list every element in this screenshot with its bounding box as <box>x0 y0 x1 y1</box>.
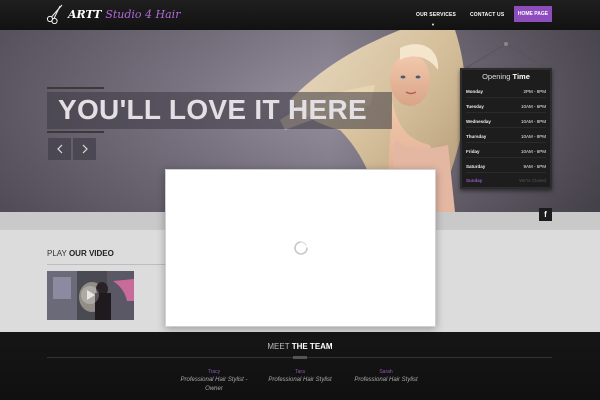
team-member-role: Professional Hair Stylist - Owner <box>180 377 248 392</box>
opening-time: 2PM - 8PM <box>523 88 546 94</box>
slogan-top-line <box>47 87 104 89</box>
slogan-bottom-line <box>47 131 104 133</box>
loading-spinner-icon <box>294 241 308 255</box>
site-header: ARTT Studio 4 Hair OUR SERVICES ▼ CONTAC… <box>0 0 600 30</box>
opening-day: Thursday <box>466 133 487 139</box>
video-frame-image <box>47 271 134 320</box>
team-member-name[interactable]: Tara <box>260 369 340 375</box>
video-title-plain: PLAY <box>47 249 67 258</box>
nav-our-services[interactable]: OUR SERVICES ▼ <box>416 12 457 27</box>
opening-title-bold: Time <box>512 72 530 81</box>
nav-home-page-button[interactable]: HOME PAGE <box>514 6 552 22</box>
site-logo[interactable]: ARTT Studio 4 Hair <box>46 4 180 24</box>
logo-name: ARTT <box>68 7 102 21</box>
video-section-title: PLAY OUR VIDEO <box>47 249 114 258</box>
opening-time: 9AM - 5PM <box>523 163 546 169</box>
opening-day: Saturday <box>466 163 486 169</box>
facebook-icon[interactable]: f <box>539 208 552 221</box>
nav-services-label: OUR SERVICES <box>416 12 457 18</box>
page: ARTT Studio 4 Hair OUR SERVICES ▼ CONTAC… <box>0 0 600 400</box>
team-member-role: Professional Hair Stylist <box>354 377 418 383</box>
team-member-name[interactable]: Sarah <box>346 369 426 375</box>
opening-day: Friday <box>466 148 480 154</box>
logo-text: ARTT Studio 4 Hair <box>68 8 180 21</box>
opening-time: 10AM - 8PM <box>520 118 546 124</box>
hero-slogan: YOU'LL LOVE IT HERE <box>58 94 367 125</box>
opening-row-sunday: Sunday We're Closed <box>466 174 546 187</box>
team-title-bold: THE TEAM <box>291 342 333 351</box>
video-title-bold: OUR VIDEO <box>68 249 114 258</box>
opening-row-monday: Monday 2PM - 8PM <box>466 85 546 98</box>
nav-contact-label: CONTACT US <box>470 12 505 18</box>
team-section-title: MEET THE TEAM <box>0 342 600 351</box>
opening-row-thursday: Thursday 10AM - 8PM <box>466 130 546 143</box>
caret-down-icon: ▼ <box>431 22 436 27</box>
chevron-left-icon <box>56 144 62 154</box>
chevron-right-icon <box>82 144 88 154</box>
opening-time: 10AM - 8PM <box>520 133 546 139</box>
team-member-name[interactable]: Tracy <box>174 369 254 375</box>
team-title-plain: MEET <box>267 342 290 351</box>
video-thumbnail[interactable] <box>47 271 134 320</box>
team-divider-accent <box>293 356 307 359</box>
opening-row-tuesday: Tuesday 10AM - 6PM <box>466 100 546 113</box>
video-title-divider <box>47 264 165 265</box>
opening-time: We're Closed <box>519 178 546 183</box>
opening-day: Tuesday <box>466 103 484 109</box>
opening-times-title: Opening Time <box>462 72 550 81</box>
opening-day: Monday <box>466 88 484 94</box>
opening-day: Sunday <box>466 178 483 183</box>
team-member-role: Professional Hair Stylist <box>268 377 332 383</box>
opening-times-sign: Opening Time Monday 2PM - 8PM Tuesday 10AM… <box>460 68 552 189</box>
sign-hanging-wire <box>465 42 547 69</box>
opening-row-wednesday: Wednesday 10AM - 8PM <box>466 115 546 128</box>
lightbox-modal[interactable] <box>165 169 436 327</box>
slider-prev-button[interactable] <box>48 138 71 160</box>
opening-time: 10AM - 6PM <box>520 148 546 154</box>
logo-tagline: Studio 4 Hair <box>105 7 181 21</box>
nav-contact-us[interactable]: CONTACT US <box>470 12 504 18</box>
opening-title-main: Opening <box>482 72 511 81</box>
opening-day: Wednesday <box>466 118 491 124</box>
slider-next-button[interactable] <box>73 138 96 160</box>
opening-row-friday: Friday 10AM - 6PM <box>466 145 546 158</box>
scissors-icon <box>46 4 64 24</box>
nav-home-label: HOME PAGE <box>517 11 549 17</box>
opening-row-saturday: Saturday 9AM - 5PM <box>466 160 546 173</box>
opening-time: 10AM - 6PM <box>520 103 546 109</box>
